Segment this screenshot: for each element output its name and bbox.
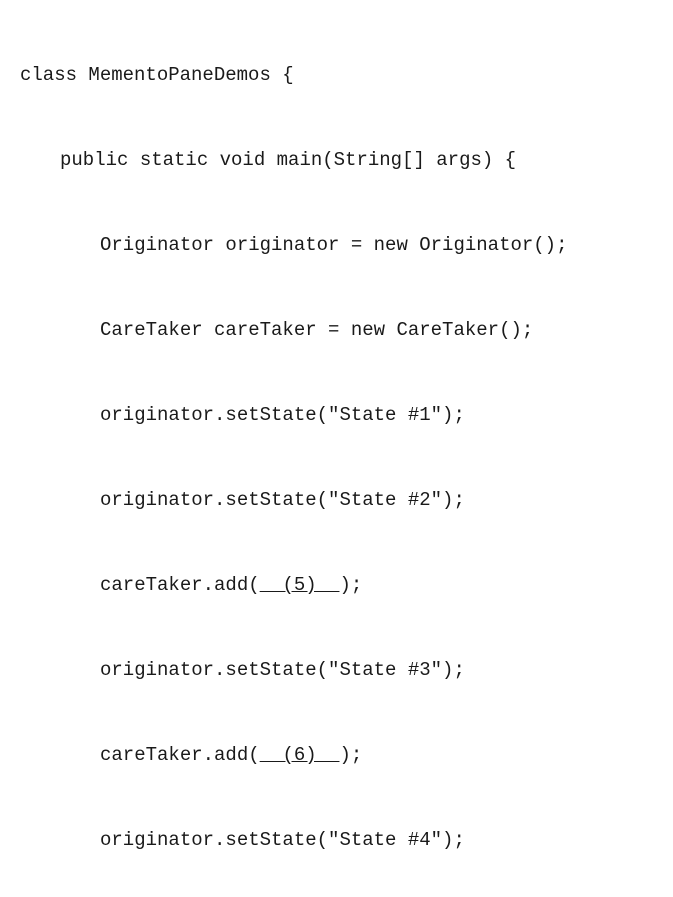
code-text: careTaker.add( bbox=[100, 744, 260, 766]
code-line-4: CareTaker careTaker = new CareTaker(); bbox=[20, 321, 653, 340]
code-line-2: public static void main(String[] args) { bbox=[20, 151, 653, 170]
code-line-9: careTaker.add( (6) ); bbox=[20, 746, 653, 765]
fill-blank-6: (6) bbox=[260, 744, 340, 766]
code-line-3: Originator originator = new Originator()… bbox=[20, 236, 653, 255]
code-line-7: careTaker.add( (5) ); bbox=[20, 576, 653, 595]
fill-blank-5: (5) bbox=[260, 574, 340, 596]
code-line-6: originator.setState("State #2"); bbox=[20, 491, 653, 510]
code-line-1: class MementoPaneDemos { bbox=[20, 66, 653, 85]
code-line-8: originator.setState("State #3"); bbox=[20, 661, 653, 680]
code-block: class MementoPaneDemos { public static v… bbox=[20, 28, 653, 897]
code-line-5: originator.setState("State #1"); bbox=[20, 406, 653, 425]
code-text: ); bbox=[339, 744, 362, 766]
code-line-10: originator.setState("State #4"); bbox=[20, 831, 653, 850]
code-text: careTaker.add( bbox=[100, 574, 260, 596]
code-text: ); bbox=[339, 574, 362, 596]
